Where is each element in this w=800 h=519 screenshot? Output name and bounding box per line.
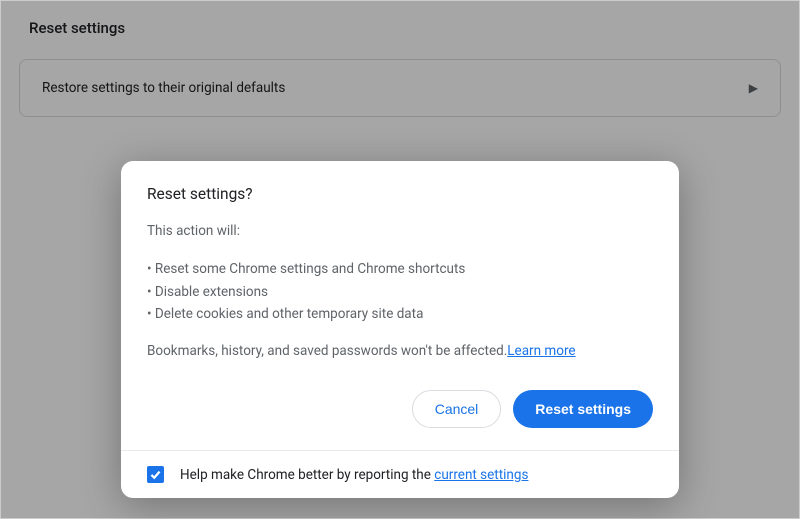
dialog-info: Bookmarks, history, and saved passwords … (147, 341, 653, 362)
dialog-footer: Help make Chrome better by reporting the… (121, 450, 679, 498)
bullet-item: • Reset some Chrome settings and Chrome … (147, 258, 653, 280)
dialog-intro: This action will: (147, 221, 653, 242)
cancel-button[interactable]: Cancel (412, 390, 502, 428)
learn-more-link[interactable]: Learn more (507, 343, 575, 359)
footer-prefix: Help make Chrome better by reporting the (180, 467, 434, 483)
report-settings-checkbox[interactable] (147, 466, 164, 483)
reset-settings-dialog: Reset settings? This action will: • Rese… (121, 161, 679, 498)
dialog-actions: Cancel Reset settings (147, 390, 653, 428)
dialog-info-text: Bookmarks, history, and saved passwords … (147, 343, 507, 359)
dialog-bullets: • Reset some Chrome settings and Chrome … (147, 258, 653, 325)
modal-overlay: Reset settings? This action will: • Rese… (1, 1, 799, 518)
current-settings-link[interactable]: current settings (434, 467, 528, 483)
reset-settings-button[interactable]: Reset settings (513, 390, 653, 428)
bullet-item: • Delete cookies and other temporary sit… (147, 303, 653, 325)
dialog-body: Reset settings? This action will: • Rese… (121, 161, 679, 450)
dialog-title: Reset settings? (147, 185, 653, 203)
check-icon (149, 468, 162, 481)
footer-text: Help make Chrome better by reporting the… (180, 467, 528, 483)
bullet-item: • Disable extensions (147, 281, 653, 303)
